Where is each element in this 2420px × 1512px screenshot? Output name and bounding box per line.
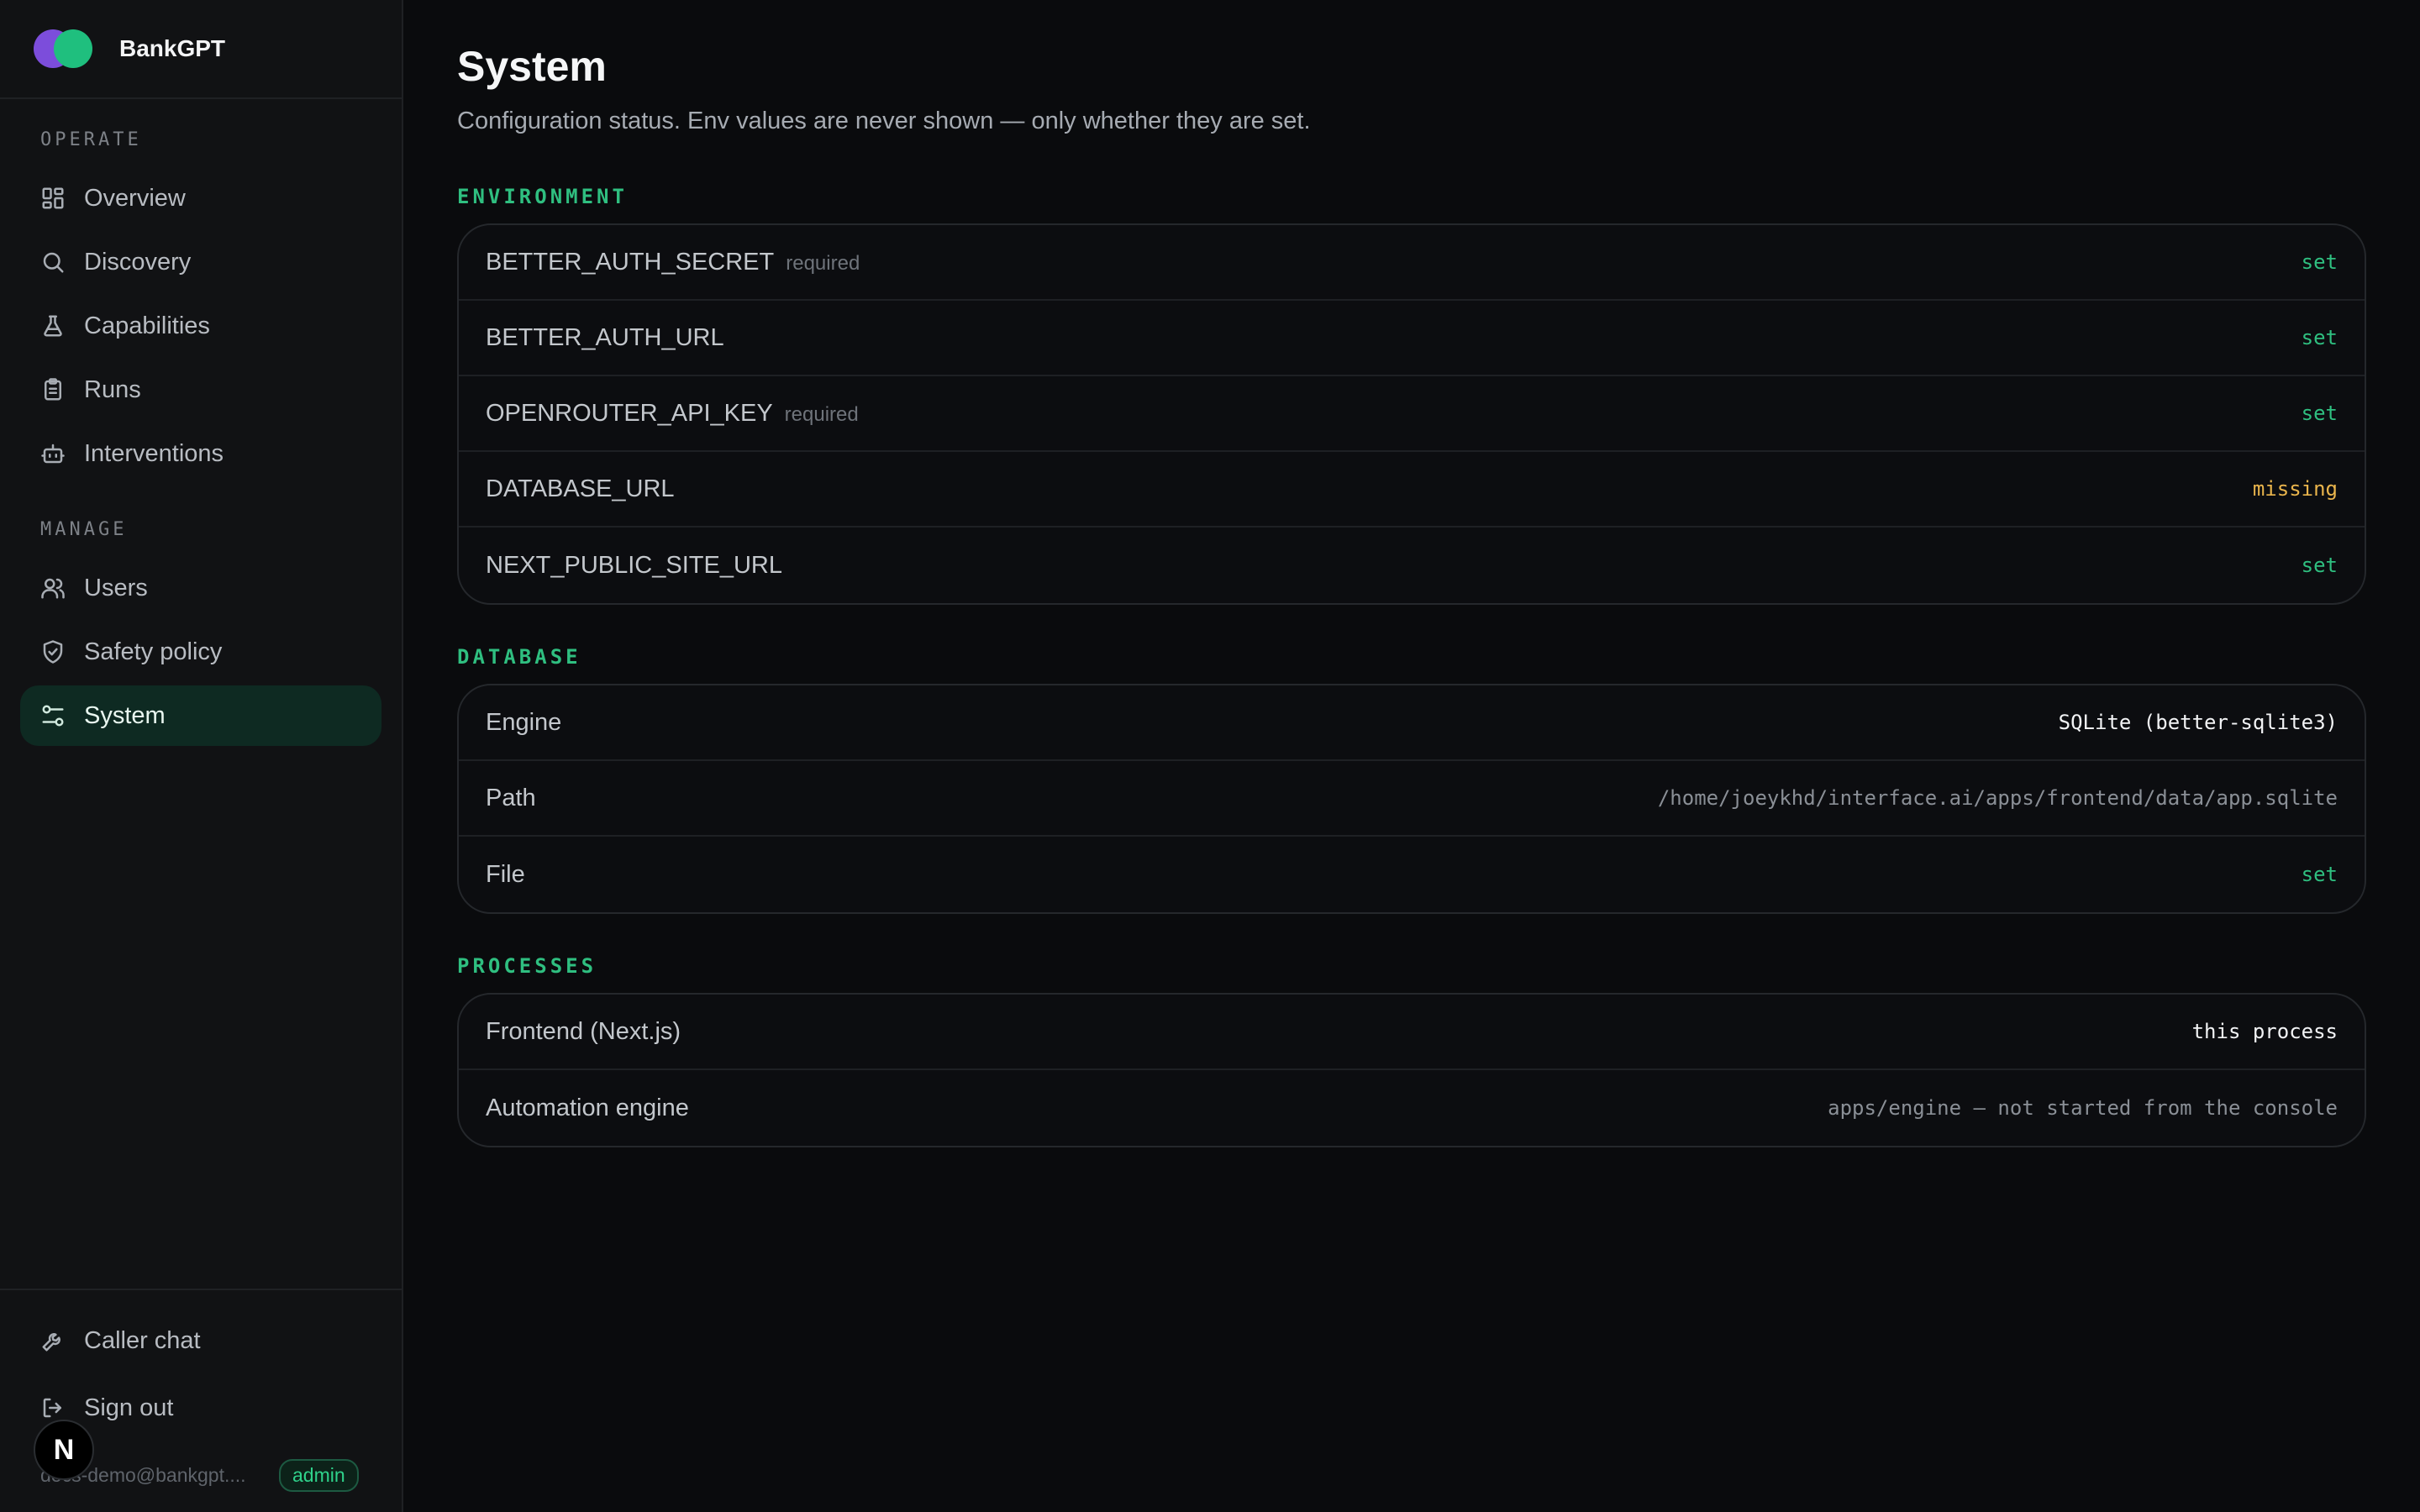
db-file-status: set (2301, 863, 2338, 886)
db-key: Path (486, 784, 536, 811)
sidebar-item-discovery[interactable]: Discovery (20, 232, 381, 292)
search-icon (40, 249, 66, 275)
db-key: Engine (486, 708, 562, 736)
nextjs-dev-badge[interactable]: N (34, 1420, 94, 1480)
brand-header: BankGPT (0, 0, 402, 99)
env-status: missing (2252, 477, 2338, 501)
process-key: Frontend (Next.js) (486, 1017, 681, 1045)
sidebar-item-label: Runs (84, 375, 141, 403)
required-tag: required (786, 251, 860, 275)
sidebar-item-label: System (84, 701, 166, 729)
table-row: OPENROUTER_API_KEY required set (459, 376, 2365, 452)
env-status: set (2301, 554, 2338, 577)
table-row: Path /home/joeykhd/interface.ai/apps/fro… (459, 761, 2365, 837)
sidebar-item-label: Overview (84, 184, 186, 212)
brand-logo (34, 29, 92, 68)
section-label-operate: OPERATE (40, 129, 142, 150)
env-status: set (2301, 402, 2338, 425)
environment-card: BETTER_AUTH_SECRET required set BETTER_A… (457, 223, 2366, 605)
page-title: System (457, 43, 607, 90)
role-badge: admin (279, 1459, 359, 1492)
sidebar-item-label: Discovery (84, 248, 192, 276)
section-label-manage: MANAGE (40, 519, 128, 540)
caller-chat-label: Caller chat (84, 1326, 201, 1354)
processes-card: Frontend (Next.js) this process Automati… (457, 993, 2366, 1147)
sidebar-item-label: Users (84, 574, 148, 601)
n-logo-icon: N (53, 1433, 75, 1466)
env-status: set (2301, 326, 2338, 349)
env-status: set (2301, 250, 2338, 274)
table-row: File set (459, 837, 2365, 912)
environment-section-label: ENVIRONMENT (457, 185, 628, 208)
sidebar-item-safety-policy[interactable]: Safety policy (20, 622, 381, 682)
sidebar-item-label: Interventions (84, 439, 224, 467)
sidebar-footer-divider (0, 1289, 402, 1290)
flask-icon (40, 313, 66, 339)
env-key: BETTER_AUTH_SECRET (486, 248, 775, 276)
table-row: NEXT_PUBLIC_SITE_URL set (459, 528, 2365, 603)
env-key: BETTER_AUTH_URL (486, 323, 724, 351)
table-row: DATABASE_URL missing (459, 452, 2365, 528)
db-path-value: /home/joeykhd/interface.ai/apps/frontend… (1657, 786, 2338, 810)
bot-icon (40, 441, 66, 466)
sidebar-item-interventions[interactable]: Interventions (20, 423, 381, 484)
process-status: this process (2191, 1020, 2338, 1043)
users-icon (40, 575, 66, 601)
db-key: File (486, 860, 525, 888)
env-key: DATABASE_URL (486, 475, 675, 502)
sidebar-item-label: Safety policy (84, 638, 223, 665)
caller-chat-link[interactable]: Caller chat (20, 1310, 381, 1371)
sign-out-icon (40, 1395, 66, 1420)
table-row: Automation engine apps/engine — not star… (459, 1070, 2365, 1146)
sign-out-label: Sign out (84, 1394, 174, 1421)
table-row: BETTER_AUTH_URL set (459, 301, 2365, 376)
sidebar-item-system[interactable]: System (20, 685, 381, 746)
process-key: Automation engine (486, 1094, 689, 1121)
env-key: OPENROUTER_API_KEY (486, 399, 773, 427)
shield-check-icon (40, 639, 66, 664)
brand-name: BankGPT (119, 35, 226, 61)
table-row: Frontend (Next.js) this process (459, 995, 2365, 1070)
table-row: Engine SQLite (better-sqlite3) (459, 685, 2365, 761)
env-key: NEXT_PUBLIC_SITE_URL (486, 551, 782, 579)
clipboard-icon (40, 377, 66, 402)
db-engine-value: SQLite (better-sqlite3) (2058, 711, 2338, 734)
sidebar-item-users[interactable]: Users (20, 558, 381, 618)
sidebar-item-runs[interactable]: Runs (20, 360, 381, 420)
wrench-icon (40, 1328, 66, 1353)
grid-icon (40, 186, 66, 211)
sidebar-item-overview[interactable]: Overview (20, 168, 381, 228)
processes-section-label: PROCESSES (457, 954, 597, 978)
page-description: Configuration status. Env values are nev… (457, 108, 1311, 134)
required-tag: required (784, 402, 859, 426)
sidebar-item-capabilities[interactable]: Capabilities (20, 296, 381, 356)
table-row: BETTER_AUTH_SECRET required set (459, 225, 2365, 301)
sidebar-item-label: Capabilities (84, 312, 210, 339)
database-card: Engine SQLite (better-sqlite3) Path /hom… (457, 684, 2366, 914)
sidebar: BankGPT OPERATE Overview Discovery Capab… (0, 0, 403, 1512)
sliders-icon (40, 703, 66, 728)
process-status: apps/engine — not started from the conso… (1828, 1096, 2338, 1120)
database-section-label: DATABASE (457, 645, 581, 669)
